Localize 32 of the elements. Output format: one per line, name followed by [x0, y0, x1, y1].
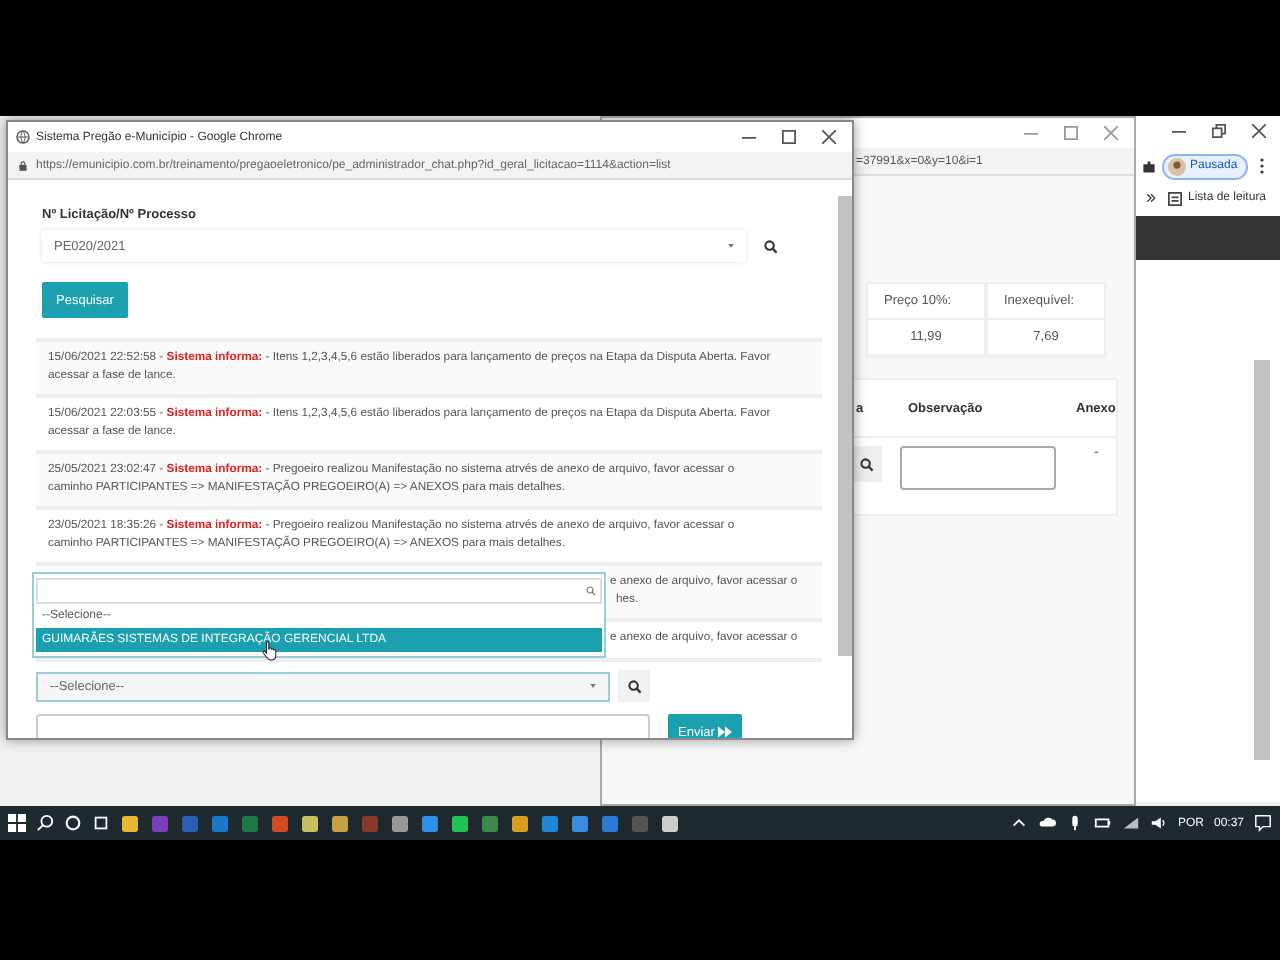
- list-icon: [1168, 191, 1182, 205]
- search-button[interactable]: [618, 670, 650, 702]
- restore-icon[interactable]: [1212, 124, 1226, 138]
- search-icon[interactable]: [36, 814, 54, 832]
- menu-icon[interactable]: [1259, 158, 1264, 174]
- circle-icon[interactable]: [64, 814, 82, 832]
- search-icon: [627, 679, 641, 693]
- scrollbar[interactable]: [838, 196, 852, 656]
- close-icon[interactable]: [1252, 124, 1266, 138]
- notification-icon[interactable]: [1254, 814, 1272, 832]
- close-icon[interactable]: [822, 130, 836, 144]
- battery-icon[interactable]: [1093, 814, 1112, 832]
- search-field[interactable]: [36, 578, 602, 604]
- lock-icon: [18, 159, 28, 171]
- search-button[interactable]: [852, 446, 882, 482]
- puzzle-icon[interactable]: [1142, 159, 1156, 173]
- avatar-icon: [1168, 157, 1186, 175]
- search-icon: [763, 239, 777, 253]
- double-chevron-icon[interactable]: [1146, 194, 1156, 202]
- observation-field[interactable]: [900, 446, 1056, 490]
- caret-icon: [590, 684, 596, 688]
- windows-logo-icon[interactable]: [8, 814, 26, 832]
- speaker-icon[interactable]: [1149, 814, 1168, 832]
- chevron-up-icon[interactable]: [1009, 814, 1028, 832]
- maximize-icon[interactable]: [782, 130, 796, 144]
- caret-icon: [728, 244, 734, 248]
- scrollbar[interactable]: [1254, 360, 1270, 760]
- globe-icon: [16, 130, 30, 144]
- task-view-icon[interactable]: [92, 814, 110, 832]
- search-icon: [860, 457, 874, 471]
- cloud-icon[interactable]: [1037, 814, 1056, 832]
- search-icon: [586, 586, 596, 596]
